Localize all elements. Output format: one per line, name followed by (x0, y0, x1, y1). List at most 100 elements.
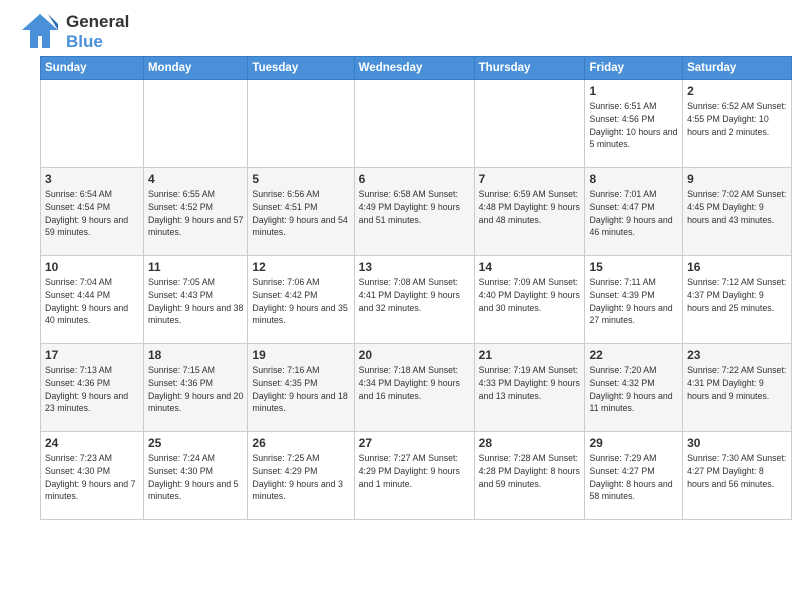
day-number: 21 (479, 348, 581, 362)
day-info: Sunrise: 7:18 AM Sunset: 4:34 PM Dayligh… (359, 364, 470, 402)
day-number: 19 (252, 348, 349, 362)
calendar-cell (143, 80, 247, 168)
calendar-cell: 27 Sunrise: 7:27 AM Sunset: 4:29 PM Dayli… (354, 432, 474, 520)
calendar-cell: 9 Sunrise: 7:02 AM Sunset: 4:45 PM Daylig… (683, 168, 792, 256)
calendar-table: SundayMondayTuesdayWednesdayThursdayFrid… (40, 56, 792, 520)
day-number: 13 (359, 260, 470, 274)
weekday-header-wednesday: Wednesday (354, 57, 474, 80)
calendar-cell: 11 Sunrise: 7:05 AM Sunset: 4:43 PM Dayli… (143, 256, 247, 344)
weekday-header-sunday: Sunday (41, 57, 144, 80)
day-number: 2 (687, 84, 787, 98)
day-info: Sunrise: 7:04 AM Sunset: 4:44 PM Dayligh… (45, 276, 139, 327)
day-info: Sunrise: 7:22 AM Sunset: 4:31 PM Dayligh… (687, 364, 787, 402)
day-info: Sunrise: 6:58 AM Sunset: 4:49 PM Dayligh… (359, 188, 470, 226)
calendar-cell: 29 Sunrise: 7:29 AM Sunset: 4:27 PM Dayli… (585, 432, 683, 520)
calendar-cell: 22 Sunrise: 7:20 AM Sunset: 4:32 PM Dayli… (585, 344, 683, 432)
day-info: Sunrise: 6:56 AM Sunset: 4:51 PM Dayligh… (252, 188, 349, 239)
day-info: Sunrise: 7:24 AM Sunset: 4:30 PM Dayligh… (148, 452, 243, 503)
calendar-cell: 13 Sunrise: 7:08 AM Sunset: 4:41 PM Dayli… (354, 256, 474, 344)
calendar-cell: 24 Sunrise: 7:23 AM Sunset: 4:30 PM Dayli… (41, 432, 144, 520)
day-number: 27 (359, 436, 470, 450)
day-info: Sunrise: 7:05 AM Sunset: 4:43 PM Dayligh… (148, 276, 243, 327)
day-number: 23 (687, 348, 787, 362)
day-number: 6 (359, 172, 470, 186)
day-number: 5 (252, 172, 349, 186)
calendar-cell: 16 Sunrise: 7:12 AM Sunset: 4:37 PM Dayli… (683, 256, 792, 344)
day-number: 17 (45, 348, 139, 362)
day-number: 12 (252, 260, 349, 274)
header: General Blue (0, 0, 792, 56)
calendar-cell (474, 80, 585, 168)
day-info: Sunrise: 7:02 AM Sunset: 4:45 PM Dayligh… (687, 188, 787, 226)
calendar-cell: 14 Sunrise: 7:09 AM Sunset: 4:40 PM Dayli… (474, 256, 585, 344)
logo: General Blue (20, 12, 129, 52)
day-number: 20 (359, 348, 470, 362)
weekday-header-thursday: Thursday (474, 57, 585, 80)
day-info: Sunrise: 6:52 AM Sunset: 4:55 PM Dayligh… (687, 100, 787, 138)
calendar-cell: 4Sunrise: 6:55 AM Sunset: 4:52 PM Daylig… (143, 168, 247, 256)
calendar-cell: 1Sunrise: 6:51 AM Sunset: 4:56 PM Daylig… (585, 80, 683, 168)
day-info: Sunrise: 7:23 AM Sunset: 4:30 PM Dayligh… (45, 452, 139, 503)
day-number: 22 (589, 348, 678, 362)
day-number: 7 (479, 172, 581, 186)
day-number: 11 (148, 260, 243, 274)
day-info: Sunrise: 7:16 AM Sunset: 4:35 PM Dayligh… (252, 364, 349, 415)
day-info: Sunrise: 7:12 AM Sunset: 4:37 PM Dayligh… (687, 276, 787, 314)
calendar-cell: 15 Sunrise: 7:11 AM Sunset: 4:39 PM Dayli… (585, 256, 683, 344)
day-info: Sunrise: 7:08 AM Sunset: 4:41 PM Dayligh… (359, 276, 470, 314)
calendar-cell: 3 Sunrise: 6:54 AM Sunset: 4:54 PM Daylig… (41, 168, 144, 256)
day-number: 26 (252, 436, 349, 450)
day-info: Sunrise: 7:30 AM Sunset: 4:27 PM Dayligh… (687, 452, 787, 490)
day-info: Sunrise: 7:06 AM Sunset: 4:42 PM Dayligh… (252, 276, 349, 327)
day-info: Sunrise: 7:09 AM Sunset: 4:40 PM Dayligh… (479, 276, 581, 314)
day-number: 15 (589, 260, 678, 274)
day-info: Sunrise: 6:54 AM Sunset: 4:54 PM Dayligh… (45, 188, 139, 239)
day-info: Sunrise: 7:29 AM Sunset: 4:27 PM Dayligh… (589, 452, 678, 503)
day-number: 29 (589, 436, 678, 450)
day-number: 3 (45, 172, 139, 186)
calendar-cell: 23 Sunrise: 7:22 AM Sunset: 4:31 PM Dayli… (683, 344, 792, 432)
logo-icon (20, 12, 60, 52)
day-number: 28 (479, 436, 581, 450)
day-info: Sunrise: 7:15 AM Sunset: 4:36 PM Dayligh… (148, 364, 243, 415)
calendar-cell: 19 Sunrise: 7:16 AM Sunset: 4:35 PM Dayli… (248, 344, 354, 432)
day-number: 25 (148, 436, 243, 450)
weekday-header-tuesday: Tuesday (248, 57, 354, 80)
calendar-cell: 26Sunrise: 7:25 AM Sunset: 4:29 PM Dayli… (248, 432, 354, 520)
calendar-cell: 12 Sunrise: 7:06 AM Sunset: 4:42 PM Dayli… (248, 256, 354, 344)
calendar-cell: 30Sunrise: 7:30 AM Sunset: 4:27 PM Dayli… (683, 432, 792, 520)
calendar-cell (354, 80, 474, 168)
day-info: Sunrise: 7:28 AM Sunset: 4:28 PM Dayligh… (479, 452, 581, 490)
day-info: Sunrise: 7:20 AM Sunset: 4:32 PM Dayligh… (589, 364, 678, 415)
day-info: Sunrise: 7:01 AM Sunset: 4:47 PM Dayligh… (589, 188, 678, 239)
calendar-cell: 8 Sunrise: 7:01 AM Sunset: 4:47 PM Daylig… (585, 168, 683, 256)
day-number: 24 (45, 436, 139, 450)
calendar-cell: 20 Sunrise: 7:18 AM Sunset: 4:34 PM Dayli… (354, 344, 474, 432)
calendar-cell: 25 Sunrise: 7:24 AM Sunset: 4:30 PM Dayli… (143, 432, 247, 520)
day-number: 10 (45, 260, 139, 274)
day-number: 14 (479, 260, 581, 274)
calendar-cell: 6 Sunrise: 6:58 AM Sunset: 4:49 PM Daylig… (354, 168, 474, 256)
day-number: 8 (589, 172, 678, 186)
calendar-cell: 28 Sunrise: 7:28 AM Sunset: 4:28 PM Dayli… (474, 432, 585, 520)
calendar-cell (41, 80, 144, 168)
day-number: 16 (687, 260, 787, 274)
day-info: Sunrise: 7:27 AM Sunset: 4:29 PM Dayligh… (359, 452, 470, 490)
weekday-header-friday: Friday (585, 57, 683, 80)
day-number: 18 (148, 348, 243, 362)
logo-text: General Blue (66, 12, 129, 51)
calendar-cell (248, 80, 354, 168)
calendar-cell: 5 Sunrise: 6:56 AM Sunset: 4:51 PM Daylig… (248, 168, 354, 256)
weekday-header-monday: Monday (143, 57, 247, 80)
calendar-cell: 2 Sunrise: 6:52 AM Sunset: 4:55 PM Daylig… (683, 80, 792, 168)
calendar-cell: 17 Sunrise: 7:13 AM Sunset: 4:36 PM Dayli… (41, 344, 144, 432)
day-number: 9 (687, 172, 787, 186)
day-info: Sunrise: 7:13 AM Sunset: 4:36 PM Dayligh… (45, 364, 139, 415)
calendar-cell: 18 Sunrise: 7:15 AM Sunset: 4:36 PM Dayli… (143, 344, 247, 432)
day-number: 4 (148, 172, 243, 186)
day-info: Sunrise: 7:11 AM Sunset: 4:39 PM Dayligh… (589, 276, 678, 327)
day-number: 1 (589, 84, 678, 98)
calendar-cell: 10 Sunrise: 7:04 AM Sunset: 4:44 PM Dayli… (41, 256, 144, 344)
day-info: Sunrise: 7:19 AM Sunset: 4:33 PM Dayligh… (479, 364, 581, 402)
calendar-cell: 7Sunrise: 6:59 AM Sunset: 4:48 PM Daylig… (474, 168, 585, 256)
